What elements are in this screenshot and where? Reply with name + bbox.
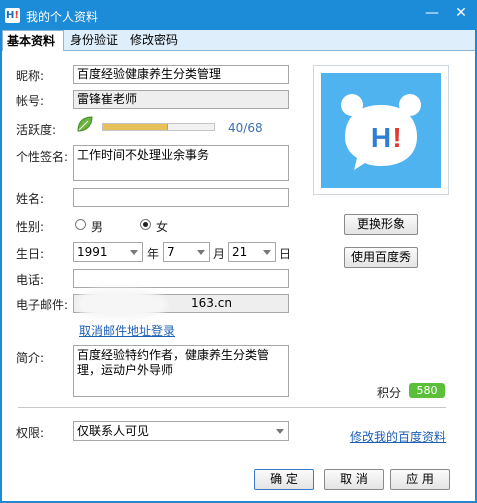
signature-label: 个性签名: [16, 150, 69, 164]
title-bar[interactable]: H! 我的个人资料 — ✕ [0, 0, 477, 32]
cancel-button[interactable]: 取 消 [324, 469, 384, 490]
section-divider [18, 407, 446, 408]
permission-select[interactable]: 仅联系人可见 [73, 421, 289, 441]
window-title: 我的个人资料 [26, 10, 99, 24]
birth-month-value: 7 [167, 245, 175, 259]
chevron-down-icon [197, 250, 205, 255]
chevron-down-icon [130, 250, 138, 255]
gender-label: 性别: [16, 220, 45, 234]
chevron-down-icon [276, 429, 284, 434]
email-label: 电子邮件: [16, 298, 69, 312]
activity-progress-fill [103, 124, 169, 130]
minimize-button[interactable]: — [418, 2, 446, 24]
birth-year-value: 1991 [77, 245, 108, 259]
nickname-label: 昵称: [16, 69, 45, 83]
birth-day-select[interactable]: 21 [228, 242, 276, 262]
apply-button[interactable]: 应 用 [390, 469, 450, 490]
month-unit-label: 月 [213, 247, 226, 261]
activity-label: 活跃度: [16, 123, 57, 137]
activity-progress-bar [102, 123, 215, 131]
signature-textarea[interactable]: 工作时间不处理业余事务 [73, 145, 289, 181]
nickname-input[interactable]: 百度经验健康养生分类管理 [73, 65, 289, 84]
close-button[interactable]: ✕ [447, 2, 475, 24]
birth-year-select[interactable]: 1991 [73, 242, 143, 262]
cancel-email-login-link[interactable]: 取消邮件地址登录 [79, 322, 175, 339]
profile-window: H! 我的个人资料 — ✕ 基本资料 身份验证 修改密码 昵称: 百度经验健康养… [0, 0, 477, 503]
permission-value: 仅联系人可见 [77, 424, 150, 438]
avatar-bubble-letter: H [371, 122, 391, 153]
activity-value: 40/68 [228, 121, 263, 135]
tab-change-password[interactable]: 修改密码 [126, 30, 182, 51]
avatar: H ! [321, 73, 441, 188]
gender-male-label: 男 [91, 220, 104, 234]
day-unit-label: 日 [279, 247, 292, 261]
ok-button[interactable]: 确 定 [254, 469, 314, 490]
app-logo-icon: H! [5, 8, 20, 23]
tab-basic-info[interactable]: 基本资料 [2, 30, 64, 52]
birthday-label: 生日: [16, 247, 45, 261]
permission-label: 权限: [16, 426, 45, 440]
gender-male-radio[interactable] [75, 219, 86, 230]
chevron-down-icon [263, 250, 271, 255]
account-label: 帐号: [16, 94, 45, 108]
phone-label: 电话: [16, 273, 45, 287]
account-field: 雷锋崔老师 [73, 90, 289, 109]
gender-female-radio[interactable] [140, 219, 151, 230]
gender-female-label: 女 [156, 220, 169, 234]
name-label: 姓名: [16, 192, 45, 206]
email-redaction-smudge [78, 289, 168, 319]
tab-identity-verification[interactable]: 身份验证 [66, 30, 122, 51]
avatar-bubble-bang: ! [392, 122, 401, 153]
intro-textarea[interactable]: 百度经验特约作者，健康养生分类管理，运动户外导师 [73, 345, 289, 397]
use-baidu-show-button[interactable]: 使用百度秀 [344, 247, 418, 268]
leaf-icon [77, 116, 93, 132]
edit-baidu-profile-link[interactable]: 修改我的百度资料 [350, 428, 446, 445]
score-label: 积分 [377, 386, 402, 400]
intro-label: 简介: [16, 351, 45, 365]
birth-day-value: 21 [232, 245, 248, 259]
year-unit-label: 年 [147, 247, 160, 261]
tab-strip: 基本资料 身份验证 修改密码 [2, 30, 475, 52]
basic-info-panel: 昵称: 百度经验健康养生分类管理 帐号: 雷锋崔老师 活跃度: 40/68 个性… [2, 51, 475, 501]
avatar-frame: H ! [313, 65, 449, 195]
birth-month-select[interactable]: 7 [163, 242, 210, 262]
change-avatar-button[interactable]: 更换形象 [344, 214, 418, 235]
baidu-hi-bear-icon: H ! [341, 94, 421, 170]
score-badge: 580 [409, 383, 445, 398]
name-input[interactable] [73, 188, 289, 207]
phone-input[interactable] [73, 269, 289, 288]
